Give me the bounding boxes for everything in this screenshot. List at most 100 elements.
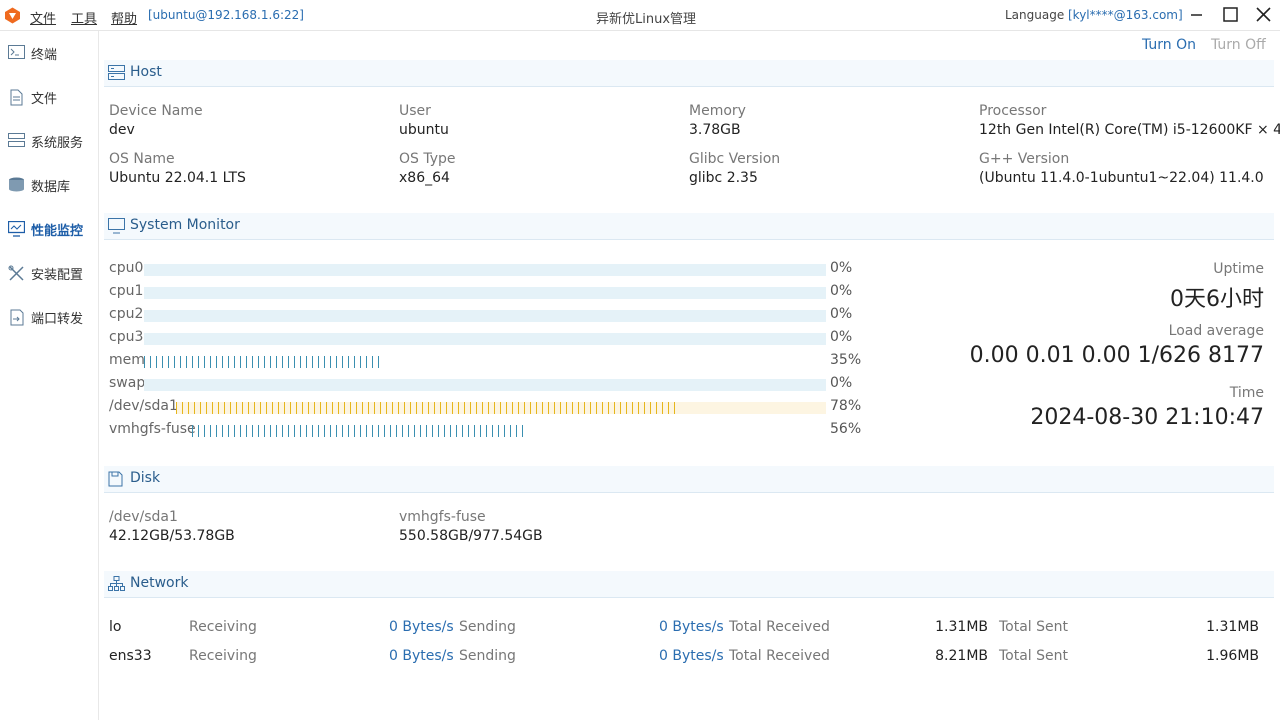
language-selector[interactable]: Language — [1005, 8, 1064, 22]
turn-off-button[interactable]: Turn Off — [1211, 37, 1266, 53]
bar-label-sda1: /dev/sda1 — [109, 398, 178, 414]
bar-label-cpu0: cpu0 — [109, 260, 144, 276]
sidebar: 终端 文件 系统服务 数据库 性能监控 安装配置 端口转发 — [0, 31, 99, 720]
monitor-title: System Monitor — [130, 217, 240, 233]
os-type-value: x86_64 — [399, 170, 450, 186]
sending-value: 0 Bytes/s — [659, 619, 724, 635]
turn-on-button[interactable]: Turn On — [1142, 37, 1196, 53]
sidebar-item-label: 文件 — [31, 92, 58, 107]
title-bar: 文件 工具 帮助 [ubuntu@192.168.1.6:22] 异新优Linu… — [0, 0, 1280, 31]
user-value: ubuntu — [399, 122, 449, 138]
bar-percent-cpu1: 0% — [830, 283, 853, 299]
file-icon — [10, 89, 23, 106]
account-link[interactable]: [kyl****@163.com] — [1068, 8, 1183, 22]
receiving-value: 0 Bytes/s — [389, 648, 454, 664]
host-section-header: Host — [104, 60, 1274, 87]
device-name-value: dev — [109, 122, 135, 138]
uptime-value: 0天6小时 — [1170, 287, 1264, 312]
bar-fill — [144, 356, 383, 368]
sidebar-item-files[interactable]: 文件 — [0, 83, 98, 111]
time-value: 2024-08-30 21:10:47 — [1030, 405, 1264, 430]
sidebar-item-install[interactable]: 安装配置 — [0, 259, 98, 287]
bar-percent-sda1: 78% — [830, 398, 862, 414]
tools-icon — [8, 265, 24, 281]
sidebar-item-database[interactable]: 数据库 — [0, 171, 98, 199]
total-received-label: Total Received — [729, 648, 830, 664]
bar-sda1 — [176, 402, 826, 414]
glibc-version-label: Glibc Version — [689, 151, 781, 167]
total-received-label: Total Received — [729, 619, 830, 635]
monitor-section-header: System Monitor — [104, 213, 1274, 240]
total-sent-value: 1.31MB — [1206, 619, 1259, 635]
bar-label-mem: mem — [109, 352, 145, 368]
os-name-label: OS Name — [109, 151, 175, 167]
bar-label-cpu3: cpu3 — [109, 329, 144, 345]
bar-percent-cpu0: 0% — [830, 260, 853, 276]
device-name-label: Device Name — [109, 103, 203, 119]
bar-cpu2 — [144, 310, 826, 322]
bar-label-vmhgfs: vmhgfs-fuse — [109, 421, 196, 437]
services-icon — [8, 133, 25, 147]
host-icon — [108, 65, 125, 80]
network-section-header: Network — [104, 571, 1274, 598]
bar-cpu0 — [144, 264, 826, 276]
disk-name-sda1: /dev/sda1 — [109, 509, 178, 525]
bar-percent-swap: 0% — [830, 375, 853, 391]
sidebar-item-port-forward[interactable]: 端口转发 — [0, 303, 98, 331]
time-label: Time — [1229, 385, 1264, 401]
network-title: Network — [130, 575, 189, 591]
host-title: Host — [130, 64, 162, 80]
total-sent-label: Total Sent — [999, 619, 1069, 635]
receiving-label: Receiving — [189, 619, 257, 635]
memory-label: Memory — [689, 103, 746, 119]
sidebar-item-monitor[interactable]: 性能监控 — [0, 215, 98, 243]
receiving-value: 0 Bytes/s — [389, 619, 454, 635]
minimize-icon[interactable] — [1186, 4, 1208, 26]
sending-value: 0 Bytes/s — [659, 648, 724, 664]
total-sent-label: Total Sent — [999, 648, 1069, 664]
sidebar-item-label: 终端 — [31, 48, 58, 63]
disk-usage-vmhgfs: 550.58GB/977.54GB — [399, 528, 543, 544]
load-average-value: 0.00 0.01 0.00 1/626 8177 — [969, 343, 1264, 368]
bar-fill — [192, 425, 526, 437]
close-icon[interactable] — [1253, 4, 1275, 26]
disk-section-header: Disk — [104, 466, 1274, 493]
maximize-icon[interactable] — [1220, 4, 1242, 26]
glibc-version-value: glibc 2.35 — [689, 170, 758, 186]
iface-lo: lo — [109, 619, 122, 635]
os-name-value: Ubuntu 22.04.1 LTS — [109, 170, 246, 186]
bar-vmhgfs — [192, 425, 826, 437]
sending-label: Sending — [459, 619, 516, 635]
bar-percent-cpu3: 0% — [830, 329, 853, 345]
network-icon — [108, 576, 125, 591]
total-received-value: 1.31MB — [935, 619, 988, 635]
sidebar-item-label: 性能监控 — [31, 224, 84, 239]
gpp-version-value: (Ubuntu 11.4.0-1ubuntu1~22.04) 11.4.0 — [979, 170, 1264, 186]
disk-name-vmhgfs: vmhgfs-fuse — [399, 509, 486, 525]
sidebar-item-label: 系统服务 — [31, 136, 84, 151]
total-received-value: 8.21MB — [935, 648, 988, 664]
bar-percent-cpu2: 0% — [830, 306, 853, 322]
bar-mem — [144, 356, 383, 368]
bar-cpu1 — [144, 287, 826, 299]
bar-swap — [144, 379, 826, 391]
uptime-label: Uptime — [1213, 261, 1264, 277]
sidebar-item-label: 安装配置 — [31, 268, 84, 283]
sidebar-item-label: 端口转发 — [31, 312, 84, 327]
bar-percent-vmhgfs: 56% — [830, 421, 862, 437]
disk-usage-sda1: 42.12GB/53.78GB — [109, 528, 235, 544]
sidebar-item-services[interactable]: 系统服务 — [0, 127, 98, 155]
processor-label: Processor — [979, 103, 1047, 119]
sidebar-item-label: 数据库 — [31, 180, 71, 195]
bar-label-cpu1: cpu1 — [109, 283, 144, 299]
iface-ens33: ens33 — [109, 648, 152, 664]
system-monitor-icon — [108, 218, 125, 234]
sidebar-item-terminal[interactable]: 终端 — [0, 39, 98, 67]
processor-value: 12th Gen Intel(R) Core(TM) i5-12600KF × … — [979, 122, 1280, 138]
bar-fill — [176, 402, 676, 414]
bar-percent-mem: 35% — [830, 352, 862, 368]
disk-icon — [108, 471, 123, 487]
os-type-label: OS Type — [399, 151, 456, 167]
bar-label-swap: swap — [109, 375, 146, 391]
terminal-icon — [8, 45, 25, 59]
